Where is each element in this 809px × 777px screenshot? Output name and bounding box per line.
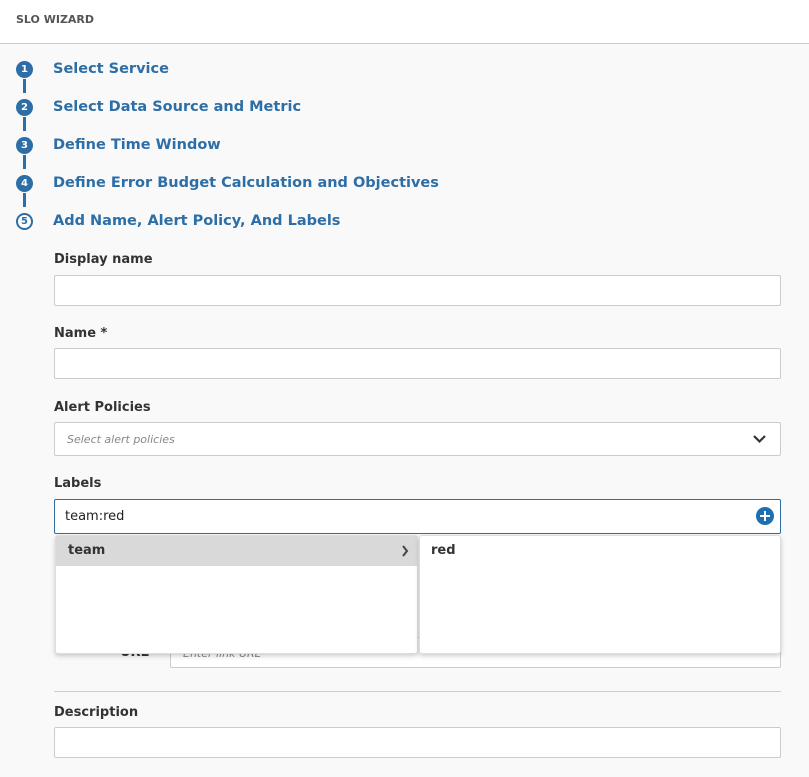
step-number: 1: [16, 60, 33, 78]
step-connector: [23, 117, 26, 131]
add-label-plus-icon[interactable]: [756, 507, 774, 525]
step-number: 5: [16, 212, 33, 230]
step-label: Select Data Source and Metric: [53, 99, 302, 115]
step-5[interactable]: 5 Add Name, Alert Policy, And Labels: [16, 211, 340, 231]
wizard-title: SLO WIZARD: [16, 13, 95, 26]
step-number: 3: [16, 136, 33, 154]
step-label: Define Error Budget Calculation and Obje…: [53, 175, 439, 191]
label-value-option[interactable]: red: [420, 536, 780, 565]
step-label: Add Name, Alert Policy, And Labels: [53, 213, 341, 229]
step-1[interactable]: 1 Select Service: [16, 59, 169, 79]
divider: [54, 691, 781, 692]
chevron-right-icon: [402, 545, 409, 557]
step-number: 2: [16, 98, 33, 116]
label-key-option[interactable]: team: [56, 536, 417, 566]
description-input[interactable]: [54, 727, 781, 758]
step-number: 4: [16, 174, 33, 192]
labels-label: Labels: [54, 476, 102, 491]
chevron-down-icon: [753, 435, 766, 444]
step-connector: [23, 79, 26, 93]
name-input[interactable]: [54, 348, 781, 379]
display-name-label: Display name: [54, 252, 153, 267]
step-label: Define Time Window: [53, 137, 221, 153]
label-keys-dropdown: team: [55, 535, 418, 654]
step-2[interactable]: 2 Select Data Source and Metric: [16, 97, 301, 117]
step-4[interactable]: 4 Define Error Budget Calculation and Obj…: [16, 173, 439, 193]
step-3[interactable]: 3 Define Time Window: [16, 135, 221, 155]
alert-policies-placeholder: Select alert policies: [67, 433, 175, 446]
label-values-dropdown: red: [419, 535, 781, 654]
display-name-input[interactable]: [54, 275, 781, 306]
description-label: Description: [54, 705, 139, 720]
step-connector: [23, 193, 26, 207]
step-label: Select Service: [53, 61, 169, 77]
alert-policies-label: Alert Policies: [54, 400, 151, 415]
label-key-text: team: [68, 543, 106, 558]
name-label: Name *: [54, 326, 108, 341]
labels-input[interactable]: team:red: [54, 499, 781, 534]
step-connector: [23, 155, 26, 169]
labels-input-value: team:red: [65, 509, 125, 524]
header: SLO WIZARD: [0, 0, 809, 44]
alert-policies-select[interactable]: Select alert policies: [54, 422, 781, 456]
